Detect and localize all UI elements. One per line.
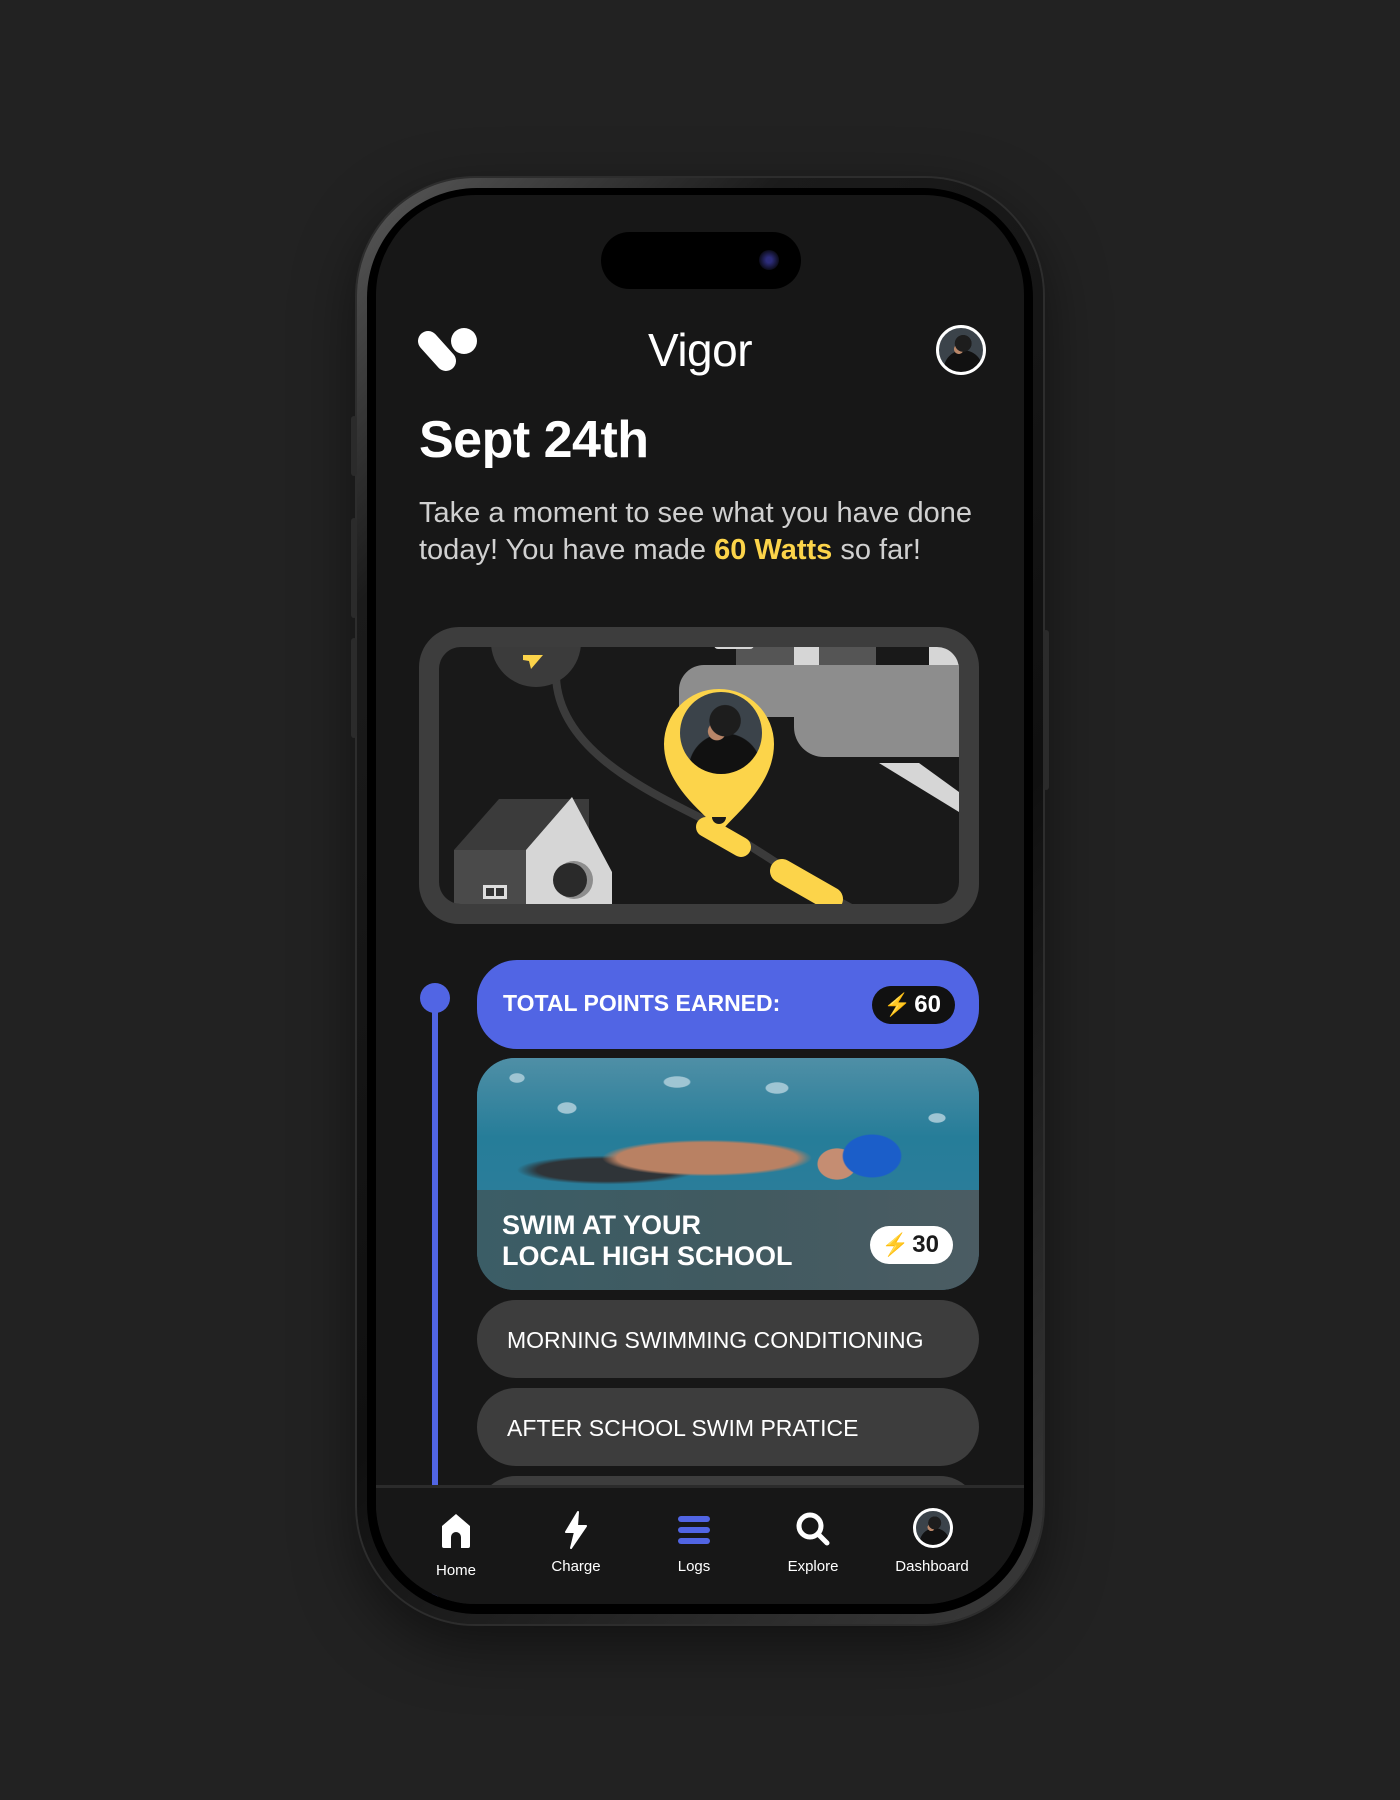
screen: Vigor Sept 24th Take a moment to see wha…	[376, 195, 1024, 1604]
activity-title: SWIM AT YOUR LOCAL HIGH SCHOOL	[502, 1210, 832, 1272]
camera-icon	[759, 250, 779, 270]
nav-explore-label: Explore	[787, 1558, 839, 1575]
log-item-label: AFTER SCHOOL SWIM PRATICE	[507, 1415, 859, 1441]
nav-home-label: Home	[435, 1562, 476, 1579]
avatar	[913, 1508, 953, 1548]
home-icon	[442, 1514, 470, 1548]
lightning-icon: ⚡	[881, 1232, 910, 1257]
app-header: Vigor	[376, 305, 1024, 385]
intro-text-end: so far!	[832, 534, 921, 566]
phone-frame: Vigor Sept 24th Take a moment to see wha…	[351, 178, 1049, 1624]
route-progress-segment	[770, 859, 843, 904]
log-item-label: MORNING SWIMMING CONDITIONING	[507, 1327, 924, 1353]
total-points-label: TOTAL POINTS EARNED:	[503, 990, 781, 1016]
activity-title-line1: SWIM AT YOUR	[502, 1210, 701, 1240]
dynamic-island	[601, 232, 801, 289]
total-points-badge: ⚡ 60	[871, 986, 955, 1024]
map-marker-line	[714, 647, 754, 649]
map-start-marker	[491, 647, 581, 687]
list-icon	[678, 1516, 710, 1544]
volume-up-button	[351, 518, 357, 618]
app-title: Vigor	[647, 324, 753, 376]
volume-down-button	[351, 638, 357, 738]
nav-charge[interactable]: Charge	[521, 1488, 631, 1588]
nav-home[interactable]: Home	[401, 1488, 511, 1588]
nav-logs-label: Logs	[677, 1558, 711, 1575]
search-icon	[796, 1512, 830, 1546]
nav-logs[interactable]: Logs	[639, 1488, 749, 1588]
map-road-stripe	[879, 763, 959, 812]
watts-highlight: 60 Watts	[714, 534, 833, 566]
nav-explore[interactable]: Explore	[758, 1488, 868, 1588]
nav-charge-label: Charge	[551, 1558, 601, 1575]
page-title-date: Sept 24th	[419, 411, 649, 469]
activity-map[interactable]	[419, 627, 979, 924]
log-item[interactable]: MORNING SWIMMING CONDITIONING	[477, 1300, 979, 1378]
bottom-nav: Home Charge Logs Explore Dashboard	[376, 1485, 1024, 1604]
activity-title-line2: LOCAL HIGH SCHOOL	[502, 1241, 793, 1271]
total-points-value: 60	[914, 991, 941, 1018]
total-points-card: TOTAL POINTS EARNED: ⚡ 60	[477, 960, 979, 1049]
route-progress-segment	[696, 817, 751, 857]
lightning-icon: ⚡	[883, 992, 912, 1017]
nav-dashboard[interactable]: Dashboard	[877, 1488, 987, 1588]
nav-dashboard-label: Dashboard	[895, 1558, 969, 1575]
map-user-avatar	[680, 692, 762, 774]
swimmer-photo	[477, 1058, 979, 1190]
activity-points-badge: ⚡ 30	[869, 1226, 953, 1264]
map-illustration	[454, 647, 959, 904]
profile-avatar[interactable]	[936, 325, 986, 375]
log-item[interactable]: AFTER SCHOOL SWIM PRATICE	[477, 1388, 979, 1466]
lightning-icon	[565, 1511, 587, 1549]
featured-activity-card[interactable]: SWIM AT YOUR LOCAL HIGH SCHOOL ⚡ 30	[477, 1058, 979, 1290]
activity-points-value: 30	[912, 1231, 939, 1258]
timeline-dot	[420, 983, 450, 1013]
power-button	[1043, 630, 1049, 790]
map-canvas	[439, 647, 959, 904]
intro-text: Take a moment to see what you have done …	[419, 495, 979, 569]
action-button	[351, 416, 357, 476]
